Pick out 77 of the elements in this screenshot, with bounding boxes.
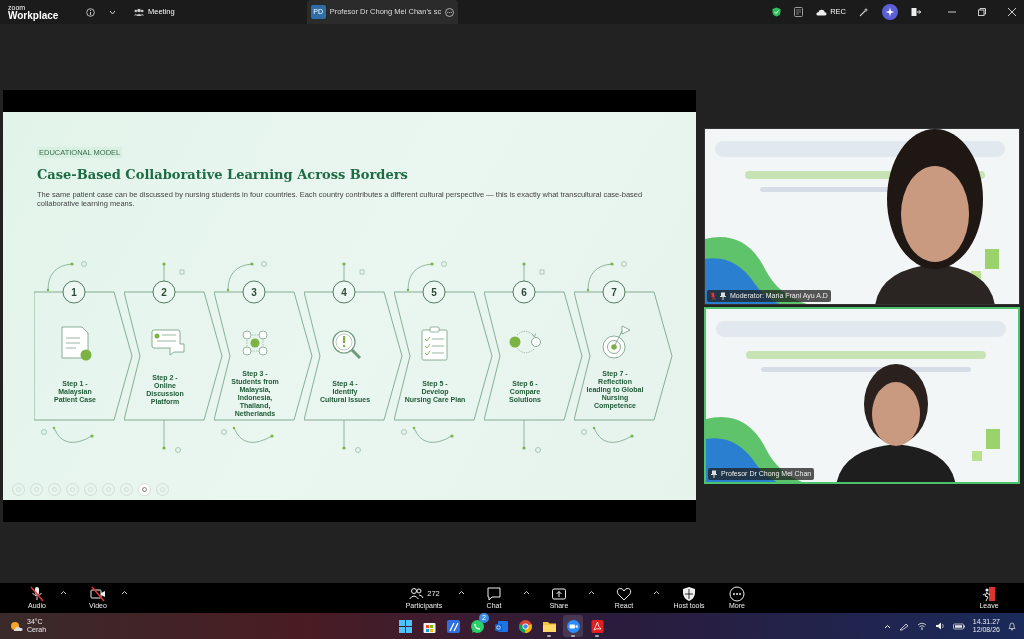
number-circle [332,280,356,303]
caret-up-icon[interactable] [588,589,595,595]
number-circle [602,280,626,303]
step-number: 3 [251,286,257,298]
number-circle [152,280,176,303]
slide-title: Case-Based Collaborative Learning Across Borders [37,166,409,184]
connector-drawing [342,261,365,281]
chevron-down-icon[interactable] [109,9,116,15]
info-icon[interactable] [86,7,95,17]
pin-icon [711,469,717,478]
microphone-icon [29,586,45,603]
chat-bubble-icon [469,618,485,634]
connector-drawing [581,426,634,443]
maximize-icon[interactable] [978,8,986,16]
notification-icon[interactable] [1008,621,1016,631]
step-icon [332,329,362,359]
mail-icon [493,618,509,634]
browser-icon [517,618,533,634]
speaker-icon[interactable] [934,622,945,630]
share-icon [551,586,567,603]
step-icon [242,330,268,355]
connector-drawing [342,419,361,453]
number-circle [422,280,446,303]
pin-icon [720,291,726,300]
weather-icon [10,620,23,632]
cloud-icon [816,8,828,16]
connector-drawing [162,261,185,281]
wifi-icon[interactable] [916,622,927,630]
step-icon [61,326,92,360]
shield-icon [772,7,782,17]
step-number: 7 [611,286,617,298]
exit-icon [981,586,997,603]
caret-up-icon[interactable] [653,589,660,595]
caret-up-icon[interactable] [60,589,67,595]
step-number: 1 [71,286,77,298]
step-number: 5 [431,286,437,298]
connector-drawing [401,426,454,443]
more-icon [729,586,745,603]
step-number: 4 [341,286,347,298]
connector-drawing [522,419,541,453]
connector-drawing [522,261,545,281]
step-icon [509,330,541,353]
close-icon[interactable] [1008,8,1016,16]
connector-drawing [41,426,94,443]
minimize-icon[interactable] [948,8,956,16]
step-icon [602,325,631,358]
notes-icon[interactable] [794,7,804,17]
number-circle [62,280,86,303]
chevron-up-icon[interactable] [883,623,891,629]
shield-icon [681,586,697,603]
more-icon[interactable] [445,7,455,17]
caret-up-icon[interactable] [121,589,128,595]
document-app-icon [589,618,605,634]
step-icon [151,329,185,355]
taskbar-app[interactable] [563,615,583,637]
people-icon [134,8,144,16]
caret-up-icon[interactable] [458,589,465,595]
connector-drawing [221,426,274,443]
step-number: 2 [161,286,167,298]
assistant-icon[interactable] [882,4,898,20]
step-number: 6 [521,286,527,298]
battery-icon[interactable] [952,622,965,630]
wand-icon[interactable] [859,7,869,17]
camera-icon [90,586,106,603]
video-app-icon [565,618,581,634]
windows-icon [397,618,413,634]
step-icon [421,326,448,360]
caret-up-icon[interactable] [523,589,530,595]
heart-icon [616,586,632,603]
chat-icon [486,586,502,603]
number-circle [242,280,266,303]
pen-icon[interactable] [898,621,909,631]
slashes-icon [445,618,461,634]
number-circle [512,280,536,303]
exit-icon[interactable] [911,7,921,17]
connector-drawing [162,419,181,453]
logo-text: Workplace [8,10,60,21]
